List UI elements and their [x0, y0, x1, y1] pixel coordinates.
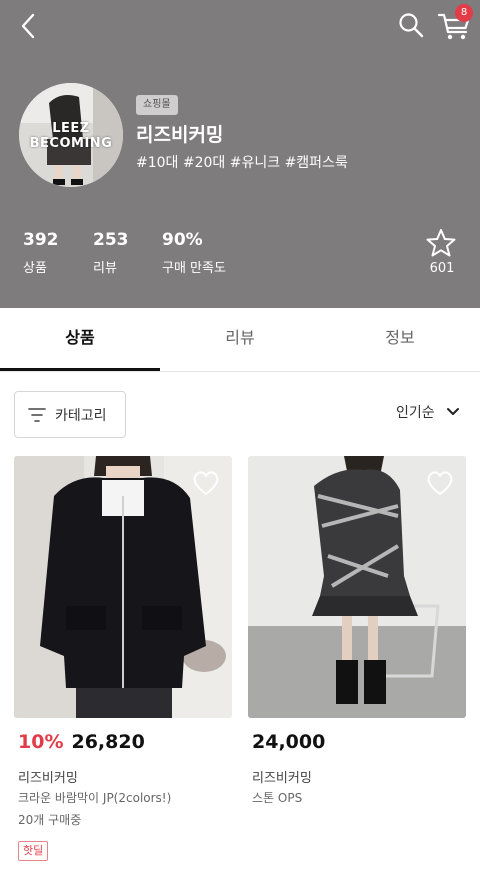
- product-name[interactable]: 크라운 바람막이 JP(2colors!): [18, 789, 171, 806]
- discount-rate: 10%: [18, 731, 64, 753]
- chevron-down-icon: [447, 408, 459, 415]
- product-price: 24,000: [252, 731, 326, 753]
- filter-icon: [28, 408, 46, 422]
- hot-deal-badge: 핫딜: [18, 841, 49, 861]
- search-icon[interactable]: [396, 10, 426, 40]
- price-row: 24,000: [252, 731, 325, 753]
- stat-value: 392: [23, 230, 59, 250]
- back-arrow-icon[interactable]: [14, 10, 46, 42]
- tab-info[interactable]: 정보: [320, 308, 480, 372]
- product-price: 26,820: [71, 731, 145, 753]
- purchase-count: 20개 구매중: [18, 813, 82, 827]
- stat-label: 상품: [23, 261, 47, 276]
- stat-reviews: 253 리뷰: [93, 230, 129, 276]
- heart-icon[interactable]: [426, 470, 454, 496]
- shop-avatar: LEEZ BECOMING: [19, 83, 123, 187]
- heart-icon[interactable]: [192, 470, 220, 496]
- tab-products[interactable]: 상품: [0, 308, 160, 372]
- product-name[interactable]: 스톤 OPS: [252, 789, 302, 806]
- product-image[interactable]: [14, 456, 232, 718]
- cart-count-badge: 8: [455, 4, 473, 22]
- sort-dropdown[interactable]: 인기순: [396, 402, 466, 426]
- star-icon[interactable]: [425, 228, 457, 258]
- category-filter-label: 카테고리: [55, 408, 107, 424]
- product-brand: 리즈비커밍: [18, 771, 78, 786]
- product-card[interactable]: 24,000 리즈비커밍 스톤 OPS: [248, 456, 466, 805]
- shop-header: 8 LEEZ BECOMING 쇼핑몰 리즈비커밍 #10대 #20대 #유니크…: [0, 0, 480, 308]
- stat-label: 리뷰: [93, 261, 117, 276]
- divider: [0, 371, 480, 372]
- shop-name: 리즈비커밍: [136, 124, 224, 146]
- tab-reviews[interactable]: 리뷰: [160, 308, 320, 372]
- stat-products: 392 상품: [23, 230, 59, 276]
- shop-hashtags: #10대 #20대 #유니크 #캠퍼스룩: [136, 155, 348, 171]
- stat-value: 253: [93, 230, 129, 250]
- shop-type-badge: 쇼핑몰: [136, 95, 178, 115]
- product-brand: 리즈비커밍: [252, 771, 312, 786]
- category-filter-button[interactable]: 카테고리: [14, 391, 126, 438]
- favorite-count: 601: [429, 261, 455, 276]
- sort-label: 인기순: [396, 405, 435, 421]
- stat-satisfaction: 90% 구매 만족도: [162, 230, 226, 276]
- price-row: 10% 26,820: [18, 731, 145, 753]
- product-card[interactable]: 10% 26,820 리즈비커밍 크라운 바람막이 JP(2colors!) 20…: [14, 456, 232, 861]
- stat-value: 90%: [162, 230, 203, 250]
- product-image[interactable]: [248, 456, 466, 718]
- stat-label: 구매 만족도: [162, 261, 226, 276]
- tab-bar: 상품 리뷰 정보: [0, 308, 480, 372]
- avatar-logo-line1: LEEZ: [52, 121, 90, 136]
- avatar-logo-line2: BECOMING: [29, 136, 113, 151]
